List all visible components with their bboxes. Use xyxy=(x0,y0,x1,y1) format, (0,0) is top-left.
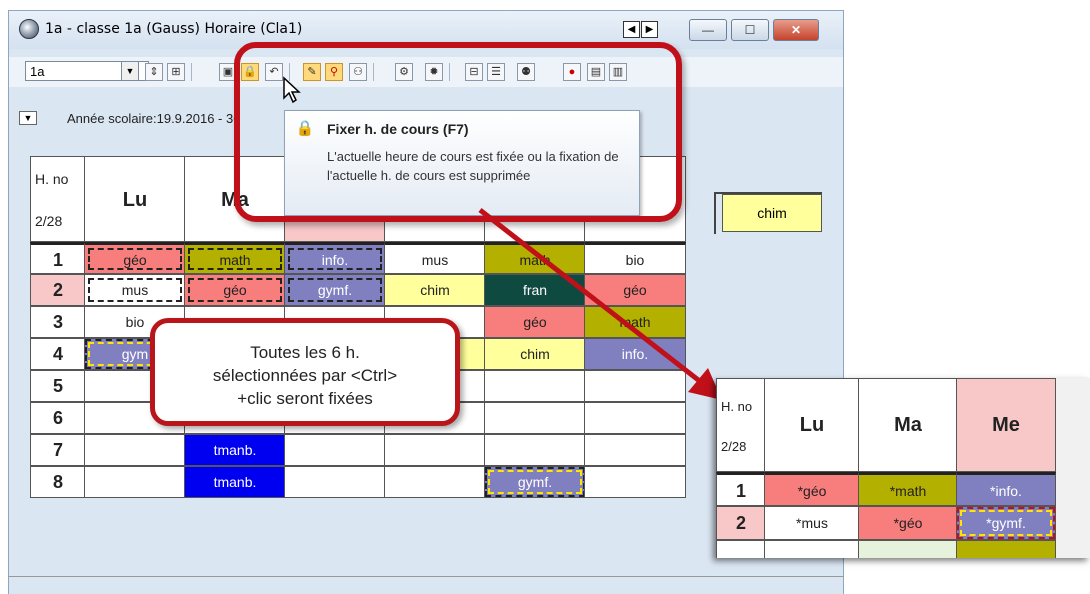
row-number: 5 xyxy=(30,370,86,402)
inset-day-ma: Ma xyxy=(858,378,958,472)
row-number: 6 xyxy=(30,402,86,434)
corner-cell: H. no 2/28 xyxy=(30,156,86,242)
row-number xyxy=(716,540,766,558)
inset-lesson-cell: *gymf. xyxy=(956,506,1056,540)
inset-lesson-cell xyxy=(764,540,860,558)
lesson-cell[interactable] xyxy=(484,434,586,466)
lesson-cell[interactable]: tmanb. xyxy=(184,466,286,498)
row-number: 7 xyxy=(30,434,86,466)
corner-count: 2/28 xyxy=(35,213,63,229)
arrow-icon xyxy=(478,208,722,400)
lesson-cell[interactable]: math xyxy=(184,242,286,274)
row-number: 1 xyxy=(30,242,86,274)
lesson-cell[interactable]: gymf. xyxy=(284,274,386,306)
inset-corner-label: H. no xyxy=(721,399,753,414)
zoom-inset: H. no 2/28 Lu Ma Me 1 *géo *math *info. … xyxy=(716,378,1090,558)
spin-icon[interactable]: ⇕ xyxy=(145,63,163,81)
row-number: 3 xyxy=(30,306,86,338)
school-year-label: Année scolaire:19.9.2016 - 30 xyxy=(67,111,241,126)
window-title: 1a - classe 1a (Gauss) Horaire (Cla1) xyxy=(45,21,303,37)
corner-label: H. no xyxy=(35,171,69,187)
row-number: 8 xyxy=(30,466,86,498)
lesson-cell[interactable] xyxy=(284,466,386,498)
highlight-frame xyxy=(234,42,682,222)
inset-lesson-cell: *mus xyxy=(764,506,860,540)
lesson-cell[interactable] xyxy=(584,434,686,466)
lesson-cell[interactable]: tmanb. xyxy=(184,434,286,466)
callout-text: Toutes les 6 h. sélectionnées par <Ctrl>… xyxy=(155,341,455,410)
minimize-button[interactable]: — xyxy=(689,19,727,41)
close-button[interactable]: ✕ xyxy=(773,19,819,41)
inset-corner-cell: H. no 2/28 xyxy=(716,378,766,472)
lesson-cell[interactable]: gymf. xyxy=(484,466,586,498)
inset-day-me: Me xyxy=(956,378,1056,472)
divider xyxy=(8,576,844,577)
row-number: 2 xyxy=(716,506,766,540)
callout-line: +clic seront fixées xyxy=(237,389,373,408)
lesson-cell[interactable] xyxy=(384,466,486,498)
next-arrow-icon[interactable]: ▶ xyxy=(641,21,658,38)
maximize-button[interactable]: ☐ xyxy=(731,19,769,41)
lesson-cell[interactable]: géo xyxy=(184,274,286,306)
lesson-cell[interactable] xyxy=(584,466,686,498)
row-number: 1 xyxy=(716,472,766,506)
row-number: 4 xyxy=(30,338,86,370)
lesson-cell[interactable] xyxy=(384,434,486,466)
grid-icon[interactable]: ⊞ xyxy=(167,63,185,81)
lesson-cell[interactable] xyxy=(284,434,386,466)
inset-corner-count: 2/28 xyxy=(721,439,747,454)
lesson-cell[interactable]: info. xyxy=(284,242,386,274)
lesson-cell[interactable]: géo xyxy=(84,242,186,274)
chevron-down-icon[interactable]: ▼ xyxy=(121,61,139,81)
lesson-cell[interactable]: mus xyxy=(84,274,186,306)
inset-lesson-cell xyxy=(858,540,958,558)
inset-lesson-cell: *géo xyxy=(764,472,860,506)
day-header-lu[interactable]: Lu xyxy=(84,156,186,242)
inset-lesson-cell: *info. xyxy=(956,472,1056,506)
lesson-cell[interactable] xyxy=(84,466,186,498)
callout-line: Toutes les 6 h. xyxy=(250,343,360,362)
app-globe-icon xyxy=(19,19,39,39)
toolbar-separator xyxy=(191,63,192,81)
collapse-toggle-icon[interactable]: ▼ xyxy=(19,111,37,125)
inset-lesson-cell xyxy=(956,540,1056,558)
inset-lesson-cell: *géo xyxy=(858,506,958,540)
row-number: 2 xyxy=(30,274,86,306)
inset-lesson-cell: *math xyxy=(858,472,958,506)
lesson-cell[interactable] xyxy=(84,434,186,466)
inset-day-lu: Lu xyxy=(764,378,860,472)
cursor-pointer-icon xyxy=(283,76,301,104)
prev-arrow-icon[interactable]: ◀ xyxy=(623,21,640,38)
callout-line: sélectionnées par <Ctrl> xyxy=(212,366,398,385)
callout-box: Toutes les 6 h. sélectionnées par <Ctrl>… xyxy=(150,318,460,426)
